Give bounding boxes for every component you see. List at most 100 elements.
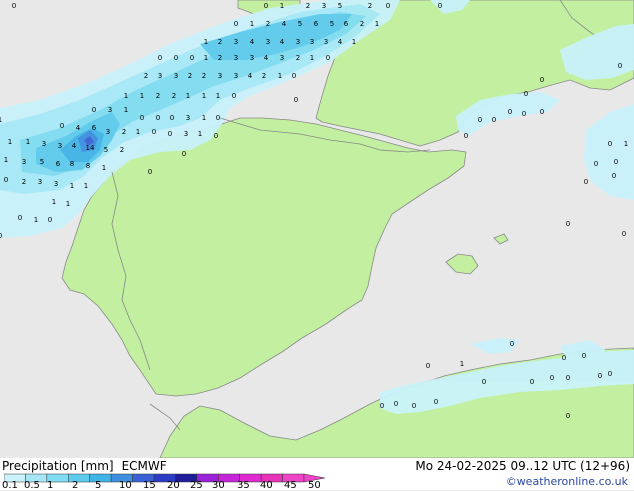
precip-value-label: 0 (60, 122, 64, 130)
precip-value-label: 4 (76, 124, 81, 132)
precip-value-label: 1 (140, 92, 144, 100)
precip-value-label: 0 (550, 374, 554, 382)
precip-value-label: 0 (4, 176, 8, 184)
precip-value-label: 0 (524, 90, 528, 98)
legend-title-label: Precipitation [mm] (2, 459, 114, 473)
precip-value-label: 1 (204, 38, 208, 46)
legend-tick-label: 20 (167, 480, 180, 491)
precip-value-label: 0 (182, 150, 186, 158)
precip-value-label: 1 (310, 54, 314, 62)
precip-value-label: 2 (188, 72, 192, 80)
precip-value-label: 2 (262, 72, 266, 80)
precip-value-label: 6 (92, 124, 97, 132)
precip-value-label: 3 (38, 178, 42, 186)
precip-value-label: 0 (618, 62, 622, 70)
precip-value-label: 1 (624, 140, 628, 148)
precip-value-label: 1 (278, 72, 282, 80)
precip-value-label: 2 (266, 20, 270, 28)
precip-value-label: 0 (294, 96, 298, 104)
forecast-datetime: Mo 24-02-2025 09..12 UTC (12+96) (415, 459, 630, 473)
precip-value-label: 1 (4, 156, 8, 164)
precip-value-label: 1 (124, 92, 128, 100)
precip-value-label: 3 (310, 38, 314, 46)
precip-value-label: 5 (298, 20, 302, 28)
precip-value-label: 6 (314, 20, 319, 28)
precip-value-label: 0 (582, 352, 586, 360)
precip-value-label: 3 (106, 128, 110, 136)
precip-value-label: 2 (122, 128, 126, 136)
precip-value-label: 0 (190, 54, 194, 62)
precip-value-label: 0 (232, 92, 236, 100)
legend-tick-label: 35 (237, 480, 250, 491)
precip-value-label: 0 (540, 76, 544, 84)
precip-value-label: 0 (140, 114, 144, 122)
precip-value-label: 0 (584, 178, 588, 186)
precip-value-label: 1 (202, 114, 206, 122)
precip-value-label: 0 (92, 106, 96, 114)
precip-value-label: 1 (52, 198, 56, 206)
precip-value-label: 0 (612, 172, 616, 180)
precip-value-label: 1 (186, 92, 190, 100)
precip-value-label: 1 (250, 20, 254, 28)
precip-value-label: 0 (380, 402, 384, 410)
precip-value-label: 8 (70, 160, 74, 168)
precip-value-label: 0 (48, 216, 52, 224)
precip-value-label: 4 (248, 72, 253, 80)
precip-value-label: 1 (136, 128, 140, 136)
precip-value-label: 0 (12, 2, 16, 10)
precip-value-label: 0 (412, 402, 416, 410)
precip-value-label: 0 (566, 220, 570, 228)
precip-value-label: 3 (218, 72, 222, 80)
precip-value-label: 3 (158, 72, 162, 80)
precip-value-label: 3 (324, 38, 328, 46)
precip-value-label: 3 (22, 158, 26, 166)
precip-value-label: 3 (266, 38, 270, 46)
precip-value-label: 4 (338, 38, 343, 46)
precip-value-label: 0 (482, 378, 486, 386)
precip-value-label: 0 (492, 116, 496, 124)
precip-value-label: 2 (120, 146, 124, 154)
precip-value-label: 0 (158, 54, 162, 62)
precip-value-label: 0 (434, 398, 438, 406)
precip-value-label: 0 (510, 340, 514, 348)
precip-value-label: 1 (352, 38, 356, 46)
precip-value-label: 0 (614, 158, 618, 166)
precip-value-label: 2 (218, 38, 222, 46)
precip-value-label: 2 (202, 72, 206, 80)
precip-value-label: 5 (330, 20, 334, 28)
precip-value-label: 1 (198, 130, 202, 138)
site-credit-link[interactable]: ©weatheronline.co.uk (506, 475, 628, 488)
precip-value-label: 2 (156, 92, 160, 100)
precip-value-label: 0 (530, 378, 534, 386)
precip-value-label: 6 (56, 160, 61, 168)
precip-value-label: 1 (280, 2, 284, 10)
precip-value-label: 0 (394, 400, 398, 408)
legend-tick-label: 2 (72, 480, 79, 491)
precip-value-label: 3 (296, 38, 300, 46)
precip-value-label: 1 (375, 20, 379, 28)
legend-tick-label: 10 (119, 480, 132, 491)
precip-value-label: 3 (108, 106, 112, 114)
precip-value-label: 0 (540, 108, 544, 116)
precip-value-label: 1 (102, 164, 106, 172)
precip-value-label: 3 (174, 72, 178, 80)
footer: Precipitation [mm] ECMWF Mo 24-02-2025 09… (0, 458, 634, 491)
legend-tick-label: 40 (260, 480, 273, 491)
precip-value-label: 0 (386, 2, 390, 10)
precip-value-label: 1 (26, 138, 30, 146)
precip-value-label: 3 (280, 54, 284, 62)
precip-value-label: 0 (174, 54, 178, 62)
legend-tick-label: 5 (95, 480, 102, 491)
precip-value-label: 3 (250, 54, 254, 62)
legend-tick-label: 50 (308, 480, 321, 491)
precip-value-label: 2 (306, 2, 310, 10)
precip-value-label: 1 (204, 54, 208, 62)
legend-tick-label: 30 (212, 480, 225, 491)
precip-value-label: 0 (566, 374, 570, 382)
precip-value-label: 0 (562, 354, 566, 362)
precip-value-label: 3 (184, 130, 188, 138)
precip-value-label: 4 (250, 38, 255, 46)
precip-value-label: 0 (326, 54, 330, 62)
precipitation-map: 0 1 2 4 5 6 5 6 2 10 1 2 3 5 2 00 01 2 3 4 3 4 3 3 3 4 10 0 0 1 2 3 3 4 3 2… (0, 0, 634, 458)
precip-value-label: 0 (566, 412, 570, 420)
